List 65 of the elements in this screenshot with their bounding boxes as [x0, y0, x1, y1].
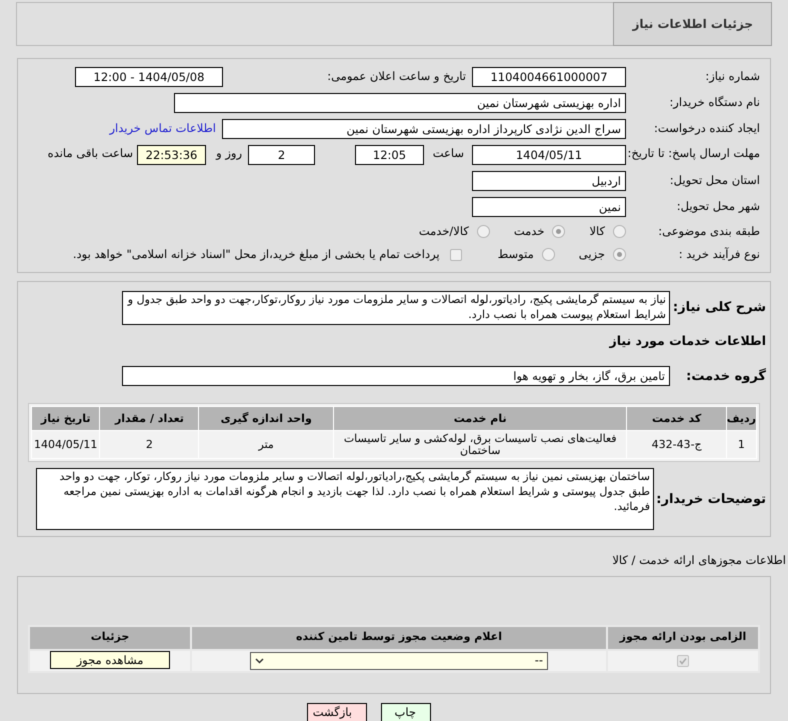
- text-field[interactable]: اداره بهزیستی شهرستان نمین: [174, 93, 626, 113]
- table-cell: 2: [100, 430, 199, 459]
- text-field[interactable]: اردبیل: [472, 171, 626, 191]
- field-label: گروه خدمت:: [685, 367, 766, 386]
- section-heading: اطلاعات خدمات مورد نیاز: [608, 332, 766, 350]
- text-field[interactable]: تامین برق، گاز، بخار و تهویه هوا: [122, 366, 670, 386]
- field-label: توضیحات خریدار:: [655, 490, 766, 508]
- text-field[interactable]: 1404/05/08 - 12:00: [75, 67, 223, 87]
- option-label: کالا/خدمت: [418, 223, 469, 240]
- page-title: جزئیات اطلاعات نیاز: [613, 2, 772, 46]
- field-label: شرح کلی نیاز:: [672, 298, 766, 317]
- column-header: تاریخ نیاز: [32, 406, 100, 431]
- view-license-button[interactable]: مشاهده مجوز: [50, 651, 170, 670]
- field-label: شماره نیاز:: [704, 68, 760, 86]
- radio-button[interactable]: [613, 248, 626, 262]
- column-header: ردیف: [726, 406, 756, 431]
- field-label: مهلت ارسال پاسخ: تا تاریخ:: [626, 145, 760, 161]
- column-header: نام خدمت: [333, 406, 627, 431]
- table-cell: فعالیت‌های نصب تاسیسات برق، لوله‌کشی و سایر تاسیسات ساختمان: [333, 430, 627, 459]
- field-label: تاریخ و ساعت اعلان عمومی:: [326, 68, 466, 86]
- column-header: اعلام وضعیت مجوز توسط تامین کننده: [191, 626, 607, 650]
- section-heading: اطلاعات مجوزهای ارائه خدمت / کالا: [611, 552, 786, 570]
- field-label: روز و: [214, 145, 242, 162]
- contact-link[interactable]: اطلاعات تماس خریدار: [109, 120, 216, 138]
- option-label: جزیی: [578, 246, 605, 264]
- field-label: استان محل تحویل:: [668, 172, 760, 190]
- table-cell: 1404/05/11: [32, 430, 100, 459]
- timer-field: 22:53:36: [137, 145, 206, 165]
- column-header: واحد اندازه گیری: [198, 406, 334, 431]
- field-label: ساعت: [432, 145, 464, 162]
- column-header: کد خدمت: [626, 406, 726, 431]
- column-header: الزامی بودن ارائه مجوز: [607, 626, 759, 650]
- print-button[interactable]: چاپ: [381, 702, 431, 721]
- text-field[interactable]: 2: [248, 145, 315, 165]
- field-label: طبقه بندی موضوعی:: [657, 223, 760, 240]
- caret-icon: [255, 658, 264, 664]
- field-label: ساعت باقی مانده: [48, 145, 133, 162]
- option-label: متوسط: [498, 246, 534, 264]
- dropdown[interactable]: --: [250, 652, 548, 670]
- radio-button[interactable]: [542, 248, 555, 262]
- checkbox-label: پرداخت تمام یا بخشی از مبلغ خرید،از محل "اسناد خزانه اسلامی" خواهد بود.: [72, 246, 440, 264]
- radio-button[interactable]: [613, 225, 626, 238]
- text-area[interactable]: نیاز به سیستم گرمایشی پکیج، رادیاتور،لوله اتصالات و سایر ملزومات مورد نیاز روکار،توکار،جهت دو واحد طبق جدول و شرایط استعلام پیوست همراه با نصب دارد.: [122, 290, 670, 324]
- text-field[interactable]: 12:05: [355, 145, 424, 165]
- text-field[interactable]: نمین: [472, 197, 626, 217]
- column-header: تعداد / مقدار: [100, 406, 199, 431]
- back-button[interactable]: بازگشت: [307, 702, 367, 721]
- table-cell: متر: [198, 430, 334, 459]
- field-label: شهر محل تحویل:: [676, 198, 760, 216]
- table-cell: ج-43-432: [626, 430, 726, 459]
- option-label: خدمت: [514, 223, 544, 240]
- radio-button[interactable]: [552, 225, 566, 238]
- text-field[interactable]: 1104004661000007: [472, 67, 626, 87]
- column-header: جزئیات: [29, 626, 191, 650]
- text-field[interactable]: سراج الدین نژادی کارپرداز اداره بهزیستی شهرستان نمین: [222, 119, 626, 139]
- field-label: نوع فرآیند خرید :: [678, 246, 760, 264]
- text-field[interactable]: 1404/05/11: [472, 145, 626, 165]
- radio-button[interactable]: [476, 225, 490, 238]
- field-label: نام دستگاه خریدار:: [668, 94, 760, 112]
- field-label: ایجاد کننده درخواست:: [653, 120, 760, 138]
- text-area[interactable]: ساختمان بهزیستی نمین نیاز به سیستم گرمایشی پکیج،رادیاتور،لوله اتصالات و سایر ملزومات مورد نیاز روکار، توکار، جهت دو واحد طبق جدول پیوستی و شرایط استعلام همراه با نصب دارد. لذا جهت بازدید و انجام هرگونه اقدامات به اداره بهزیستی نمین مراجعه فرمائید.: [36, 468, 654, 530]
- checkbox[interactable]: [677, 654, 689, 667]
- table-cell: 1: [726, 430, 756, 459]
- checkbox[interactable]: [450, 248, 462, 261]
- option-label: کالا: [589, 223, 605, 240]
